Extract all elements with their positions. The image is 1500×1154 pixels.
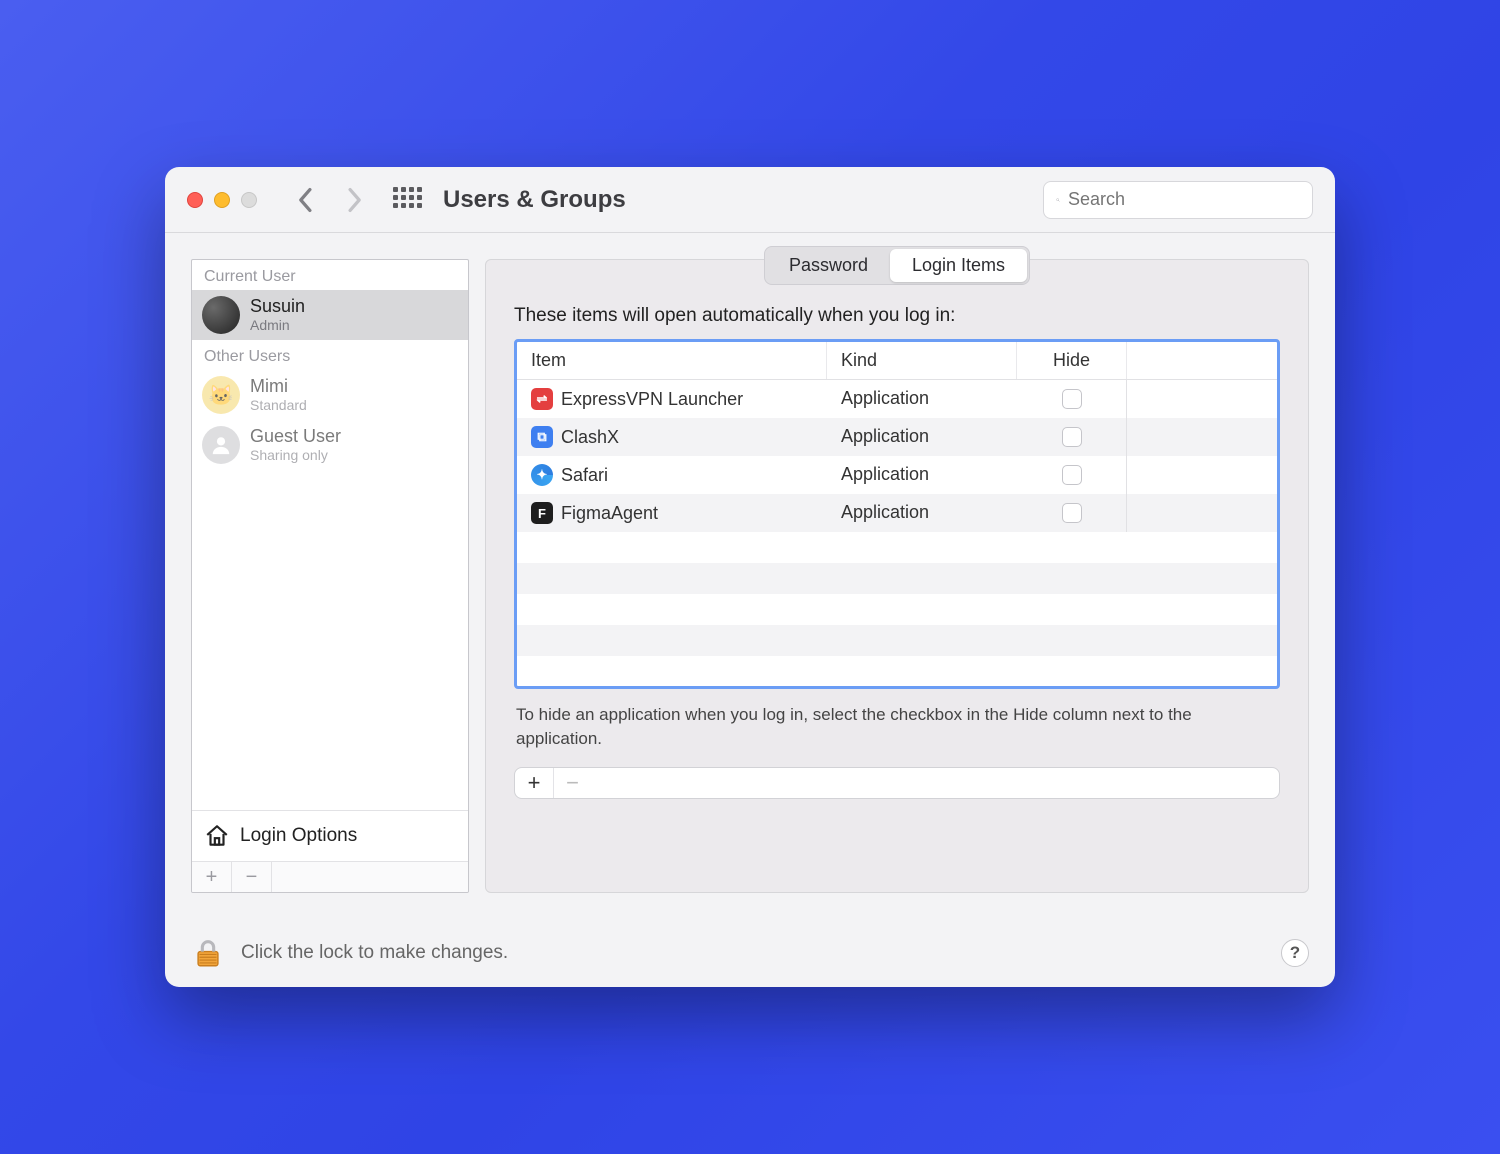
- tab-password[interactable]: Password: [767, 249, 890, 282]
- user-row-guest[interactable]: Guest User Sharing only: [192, 420, 468, 470]
- minimize-button[interactable]: [214, 192, 230, 208]
- hide-checkbox[interactable]: [1062, 465, 1082, 485]
- footer: Click the lock to make changes. ?: [165, 919, 1335, 987]
- user-row-mimi[interactable]: 🐱 Mimi Standard: [192, 370, 468, 420]
- table-row[interactable]: ⇌ ExpressVPN Launcher Application: [517, 380, 1277, 418]
- tab-segmented-control: Password Login Items: [764, 246, 1030, 285]
- hide-checkbox[interactable]: [1062, 389, 1082, 409]
- lock-icon[interactable]: [191, 936, 225, 970]
- house-icon: [204, 823, 230, 849]
- add-item-button[interactable]: +: [515, 768, 553, 798]
- hide-checkbox[interactable]: [1062, 503, 1082, 523]
- item-kind: Application: [827, 456, 1017, 494]
- window-controls: [187, 192, 257, 208]
- table-header: Item Kind Hide: [517, 342, 1277, 380]
- expressvpn-icon: ⇌: [531, 388, 553, 410]
- show-all-icon[interactable]: [393, 187, 419, 213]
- search-input[interactable]: [1068, 189, 1300, 210]
- item-name: ExpressVPN Launcher: [561, 389, 743, 410]
- hide-hint: To hide an application when you log in, …: [516, 703, 1278, 751]
- sidebar-add-remove: + −: [192, 861, 468, 892]
- other-users-label: Other Users: [192, 340, 468, 370]
- user-name: Susuin: [250, 297, 305, 317]
- close-button[interactable]: [187, 192, 203, 208]
- login-options-button[interactable]: Login Options: [192, 810, 468, 861]
- item-kind: Application: [827, 494, 1017, 532]
- empty-row: [517, 656, 1277, 686]
- window-title: Users & Groups: [443, 186, 626, 214]
- user-row-susuin[interactable]: Susuin Admin: [192, 290, 468, 340]
- login-items-intro: These items will open automatically when…: [514, 305, 1280, 327]
- remove-user-button[interactable]: −: [232, 862, 272, 892]
- column-kind[interactable]: Kind: [827, 342, 1017, 379]
- item-kind: Application: [827, 380, 1017, 418]
- avatar: 🐱: [202, 376, 240, 414]
- zoom-button[interactable]: [241, 192, 257, 208]
- item-name: ClashX: [561, 427, 619, 448]
- titlebar: Users & Groups: [165, 167, 1335, 233]
- table-row[interactable]: ✦ Safari Application: [517, 456, 1277, 494]
- item-name: FigmaAgent: [561, 503, 658, 524]
- user-name: Mimi: [250, 377, 307, 397]
- lock-text: Click the lock to make changes.: [241, 942, 508, 964]
- column-item[interactable]: Item: [517, 342, 827, 379]
- users-sidebar: Current User Susuin Admin Other Users 🐱 …: [191, 259, 469, 893]
- help-button[interactable]: ?: [1281, 939, 1309, 967]
- tab-login-items[interactable]: Login Items: [890, 249, 1027, 282]
- login-items-table[interactable]: Item Kind Hide ⇌ ExpressVPN Launcher Appl…: [514, 339, 1280, 689]
- search-field[interactable]: [1043, 181, 1313, 219]
- table-body: ⇌ ExpressVPN Launcher Application ⧉ ClashX…: [517, 380, 1277, 686]
- empty-row: [517, 532, 1277, 563]
- hide-checkbox[interactable]: [1062, 427, 1082, 447]
- user-role: Standard: [250, 397, 307, 413]
- column-hide[interactable]: Hide: [1017, 342, 1127, 379]
- table-row[interactable]: F FigmaAgent Application: [517, 494, 1277, 532]
- remove-item-button[interactable]: −: [553, 768, 591, 798]
- item-kind: Application: [827, 418, 1017, 456]
- avatar: [202, 426, 240, 464]
- figma-icon: F: [531, 502, 553, 524]
- add-user-button[interactable]: +: [192, 862, 232, 892]
- back-button[interactable]: [297, 187, 315, 213]
- table-row[interactable]: ⧉ ClashX Application: [517, 418, 1277, 456]
- item-name: Safari: [561, 465, 608, 486]
- nav-buttons: [297, 187, 363, 213]
- column-spacer: [1127, 342, 1277, 379]
- login-options-label: Login Options: [240, 825, 357, 847]
- main-panel: Password Login Items These items will op…: [485, 259, 1309, 893]
- empty-row: [517, 594, 1277, 625]
- user-role: Sharing only: [250, 447, 341, 463]
- safari-icon: ✦: [531, 464, 553, 486]
- empty-row: [517, 625, 1277, 656]
- add-remove-buttons: + −: [514, 767, 1280, 799]
- avatar: [202, 296, 240, 334]
- user-role: Admin: [250, 317, 305, 333]
- current-user-label: Current User: [192, 260, 468, 290]
- user-name: Guest User: [250, 427, 341, 447]
- forward-button[interactable]: [345, 187, 363, 213]
- empty-row: [517, 563, 1277, 594]
- preferences-window: Users & Groups Current User Susuin Admin…: [165, 167, 1335, 987]
- search-icon: [1056, 191, 1060, 209]
- clashx-icon: ⧉: [531, 426, 553, 448]
